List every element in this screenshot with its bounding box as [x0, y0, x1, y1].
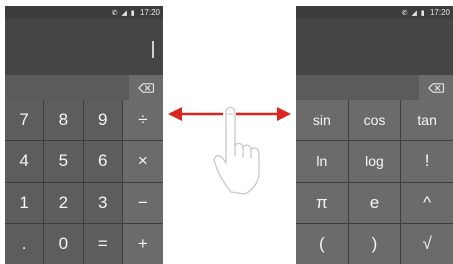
key-tan[interactable]: tan: [401, 100, 453, 141]
status-icons: ✆ ◢ ▮: [111, 10, 136, 17]
key-8[interactable]: 8: [44, 100, 83, 141]
key-cos[interactable]: cos: [348, 100, 401, 141]
key-plus[interactable]: +: [122, 223, 163, 264]
backspace-icon: [428, 82, 444, 93]
key-e[interactable]: e: [348, 182, 401, 223]
key-2[interactable]: 2: [44, 182, 83, 223]
delete-row: [5, 75, 163, 100]
backspace-button[interactable]: [129, 75, 163, 100]
key-decimal[interactable]: .: [5, 223, 44, 264]
status-bar: ✆ ◢ ▮ 17:20: [5, 6, 163, 19]
swipe-hand-icon: [213, 106, 260, 195]
key-log[interactable]: log: [348, 141, 401, 182]
backspace-icon: [138, 82, 154, 93]
key-multiply[interactable]: ×: [122, 141, 163, 182]
backspace-button[interactable]: [419, 75, 453, 100]
delete-row: [296, 75, 453, 100]
text-cursor: [152, 41, 154, 58]
basic-calculator-panel: ✆ ◢ ▮ 17:20 7 8 9 ÷ 4 5 6 × 1 2 3−. 0 = +: [5, 6, 163, 264]
key-close-paren[interactable]: ): [348, 223, 401, 264]
advanced-keypad: sin cos tan ln log! π e ^ () √: [296, 100, 453, 264]
swipe-gesture-illustration: [168, 106, 291, 195]
status-time: 17:20: [429, 8, 450, 17]
key-sin[interactable]: sin: [296, 100, 348, 141]
key-pi[interactable]: π: [296, 182, 348, 223]
status-bar: ✆ ◢ ▮ 17:20: [296, 6, 453, 19]
key-9[interactable]: 9: [83, 100, 122, 141]
key-5[interactable]: 5: [44, 141, 83, 182]
basic-keypad: 7 8 9 ÷ 4 5 6 × 1 2 3−. 0 = +: [5, 100, 163, 264]
advanced-calculator-panel: ✆ ◢ ▮ 17:20 sin cos tan ln log! π e ^ () √: [296, 6, 453, 264]
key-sqrt[interactable]: √: [401, 223, 453, 264]
key-ln[interactable]: ln: [296, 141, 348, 182]
key-divide[interactable]: ÷: [122, 100, 163, 141]
key-factorial[interactable]: !: [401, 141, 453, 182]
key-7[interactable]: 7: [5, 100, 44, 141]
key-1[interactable]: 1: [5, 182, 44, 223]
status-icons: ✆ ◢ ▮: [401, 10, 426, 17]
calculator-display[interactable]: [5, 19, 163, 75]
key-power[interactable]: ^: [401, 182, 453, 223]
status-time: 17:20: [139, 8, 160, 17]
key-4[interactable]: 4: [5, 141, 44, 182]
calculator-display[interactable]: [296, 19, 453, 75]
key-3[interactable]: 3: [83, 182, 122, 223]
key-minus[interactable]: −: [122, 182, 163, 223]
key-6[interactable]: 6: [83, 141, 122, 182]
key-equals[interactable]: =: [83, 223, 122, 264]
key-0[interactable]: 0: [44, 223, 83, 264]
key-open-paren[interactable]: (: [296, 223, 348, 264]
